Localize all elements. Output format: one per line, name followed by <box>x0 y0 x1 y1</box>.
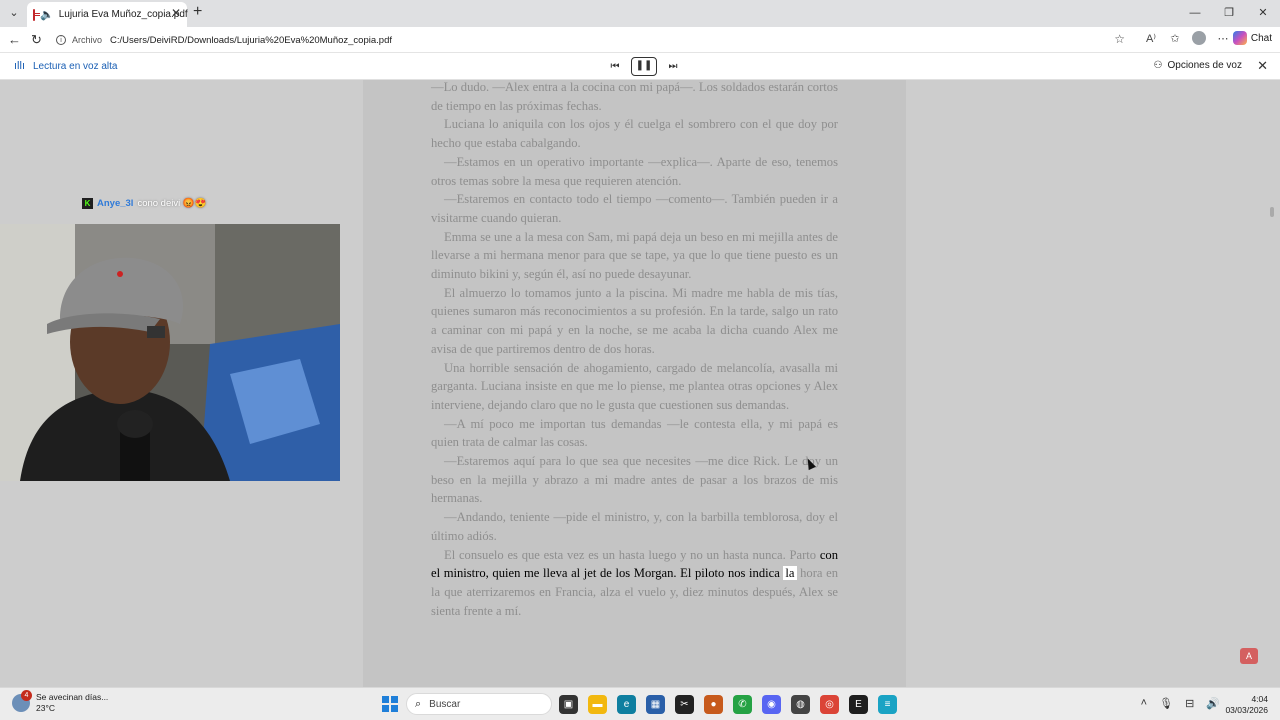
paragraph: —Estaremos aquí para lo que sea que nece… <box>431 454 838 506</box>
clock[interactable]: 4:04 03/03/2026 <box>1225 694 1268 716</box>
restore-button[interactable]: ❐ <box>1212 0 1246 27</box>
tab-close-button[interactable]: ✕ <box>171 6 181 20</box>
tab-strip: ⌄ 🔈 Lujuria Eva Muñoz_copia.pdf ✕ + — ❐ … <box>0 0 1280 27</box>
pinned-apps: ▣ ▬ e ▦ ✂ ● ✆ ◉ ◍ ◎ E ≡ <box>559 695 897 714</box>
discord-icon[interactable]: ◉ <box>762 695 781 714</box>
chat-label: Chat <box>1250 32 1272 44</box>
read-aloud-text: Lectura en voz alta <box>33 60 118 72</box>
capcut-icon[interactable]: ✂ <box>675 695 694 714</box>
paragraph: —Estamos en un operativo importante —exp… <box>431 154 838 188</box>
scrollbar-thumb[interactable] <box>1270 207 1274 217</box>
url-field[interactable]: i Archivo C:/Users/DeiviRD/Downloads/Luj… <box>50 30 1135 50</box>
profile-avatar[interactable] <box>1192 31 1206 45</box>
stream-chat-message: K Anye_3l cono deivi 😡😍 <box>82 198 207 209</box>
minimize-button[interactable]: — <box>1178 0 1212 27</box>
paragraph: El almuerzo lo tomamos junto a la piscin… <box>431 285 838 356</box>
microphone-icon[interactable]: 🎙 <box>1159 697 1173 710</box>
voice-options-button[interactable]: ⚇ Opciones de voz <box>1154 60 1242 71</box>
network-icon[interactable]: ⊟ <box>1185 697 1194 710</box>
search-icon: ⌕ <box>415 697 422 710</box>
favorites-icon[interactable]: ✩ <box>1168 32 1182 45</box>
voice-options-label: Opciones de voz <box>1167 60 1243 71</box>
store-icon[interactable]: ▦ <box>646 695 665 714</box>
taskbar-search[interactable]: ⌕ Buscar <box>406 693 552 715</box>
read-aloud-bar: ıllı Lectura en voz alta ⏮ ❚❚ ⏭ ⚇ Opcion… <box>0 53 1280 80</box>
refresh-icon[interactable]: ↻ <box>31 32 42 48</box>
search-placeholder: Buscar <box>429 698 461 710</box>
paragraph: —Estaremos en contacto todo el tiempo —c… <box>431 192 838 225</box>
notepad-icon[interactable]: ≡ <box>878 695 897 714</box>
read-aloud-icon[interactable]: A⁾ <box>1144 32 1158 45</box>
tab-pdf[interactable]: 🔈 Lujuria Eva Muñoz_copia.pdf ✕ <box>27 2 188 27</box>
paragraph: —A mí poco me importan tus demandas —le … <box>431 416 838 450</box>
toolbar-icons: A⁾ ✩ ⋯ <box>1144 31 1230 45</box>
time: 4:04 <box>1251 694 1268 704</box>
address-bar: ← ↻ i Archivo C:/Users/DeiviRD/Downloads… <box>0 27 1280 53</box>
pause-button[interactable]: ❚❚ <box>631 57 657 76</box>
whatsapp-icon[interactable]: ✆ <box>733 695 752 714</box>
back-icon[interactable]: ← <box>8 32 21 47</box>
app-icon[interactable]: ● <box>704 695 723 714</box>
pdf-icon <box>33 8 40 21</box>
paragraph: —Andando, teniente —pide el ministro, y,… <box>431 510 838 543</box>
chat-username: Anye_3l <box>97 198 134 209</box>
weather-title: Se avecinan días... <box>36 692 109 702</box>
kick-badge-icon: K <box>82 198 93 209</box>
highlighted-word: la <box>783 566 797 581</box>
page-text: —Lo dudo. —Alex entra a la cocina con mi… <box>431 78 838 620</box>
tab-title: Lujuria Eva Muñoz_copia.pdf <box>58 9 188 20</box>
weather-icon: 4 <box>12 690 32 712</box>
url-text[interactable]: C:/Users/DeiviRD/Downloads/Lujuria%20Eva… <box>110 35 392 46</box>
info-icon[interactable]: i <box>56 35 66 45</box>
obs-icon[interactable]: ◍ <box>791 695 810 714</box>
chat-message-text: cono deivi 😡😍 <box>137 198 207 209</box>
acrobat-icon[interactable]: A <box>1240 648 1258 664</box>
weather-text: Se avecinan días... 23°C <box>36 692 108 714</box>
edge-icon[interactable]: e <box>617 695 636 714</box>
system-tray: ˄ 🎙 ⊟ 🔊 <box>1141 697 1220 710</box>
weather-temp: 23°C <box>36 703 55 713</box>
next-icon[interactable]: ⏭ <box>665 61 681 72</box>
date: 03/03/2026 <box>1225 705 1268 715</box>
new-tab-button[interactable]: + <box>193 4 202 20</box>
paragraph: Luciana lo aniquila con los ojos y él cu… <box>431 117 838 151</box>
webcam-feed-image <box>0 224 340 481</box>
pdf-page: —Lo dudo. —Alex entra a la cocina con mi… <box>363 80 906 687</box>
text-read: El consuelo es que esta vez es un hasta … <box>444 547 820 562</box>
previous-icon[interactable]: ⏮ <box>607 61 623 72</box>
windows-start-icon[interactable] <box>382 696 398 712</box>
more-menu-icon[interactable]: ⋯ <box>1216 32 1230 45</box>
epic-games-icon[interactable]: E <box>849 695 868 714</box>
read-aloud-label: ıllı Lectura en voz alta <box>14 60 118 72</box>
tab-actions-menu[interactable]: ⌄ <box>6 5 22 21</box>
file-explorer-icon[interactable]: ▬ <box>588 695 607 714</box>
paragraph: —Lo dudo. —Alex entra a la cocina con mi… <box>431 80 838 113</box>
task-view-icon[interactable]: ▣ <box>559 695 578 714</box>
paragraph: Una horrible sensación de ahogamiento, c… <box>431 360 838 412</box>
weather-widget[interactable]: 4 Se avecinan días... 23°C <box>12 690 108 714</box>
paragraph: Emma se une a la mesa con Sam, mi papá d… <box>431 229 838 282</box>
copilot-icon <box>1232 31 1247 45</box>
paragraph-current: El consuelo es que esta vez es un hasta … <box>431 546 838 621</box>
notification-badge: 4 <box>21 690 32 701</box>
audio-wave-icon: ıllı <box>14 60 25 72</box>
volume-icon[interactable]: 🔊 <box>1206 697 1220 710</box>
copilot-chat-button[interactable]: Chat <box>1232 31 1272 45</box>
speaker-icon[interactable]: 🔈 <box>40 8 54 21</box>
chrome-icon[interactable]: ◎ <box>820 695 839 714</box>
webcam-overlay <box>0 224 340 481</box>
chevron-up-icon[interactable]: ˄ <box>1141 697 1147 710</box>
close-read-aloud-icon[interactable]: ✕ <box>1257 58 1268 74</box>
window-controls: — ❐ ✕ <box>1178 0 1280 27</box>
url-scheme-label: Archivo <box>72 35 103 45</box>
voice-options-icon: ⚇ <box>1153 60 1163 71</box>
favorite-star-icon[interactable]: ☆ <box>1114 32 1125 46</box>
taskbar: 4 Se avecinan días... 23°C ⌕ Buscar ▣ ▬ … <box>0 687 1280 720</box>
playback-controls: ⏮ ❚❚ ⏭ <box>607 57 681 76</box>
close-window-button[interactable]: ✕ <box>1246 0 1280 27</box>
